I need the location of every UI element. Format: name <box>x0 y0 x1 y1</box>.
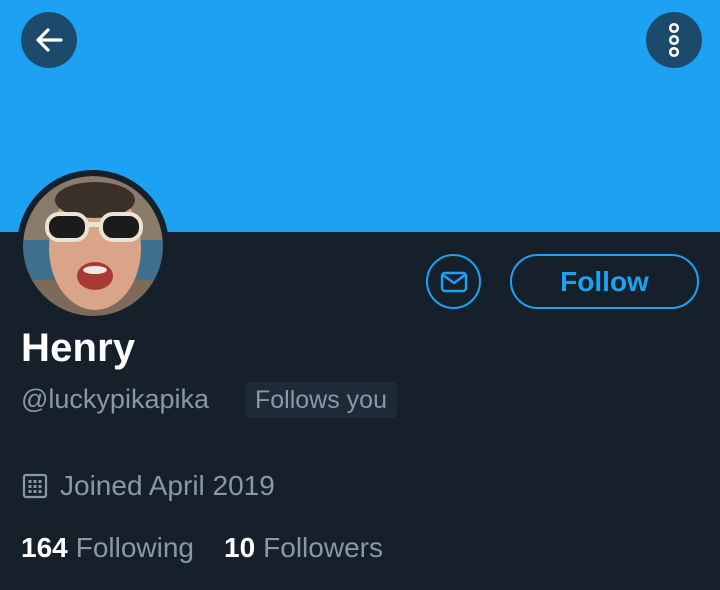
joined-date: Joined April 2019 <box>22 470 275 502</box>
followers-stat[interactable]: 10 Followers <box>224 532 383 564</box>
follows-you-badge: Follows you <box>245 382 397 418</box>
envelope-icon <box>440 271 467 292</box>
back-button[interactable] <box>21 12 77 68</box>
vertical-dots-icon <box>668 22 680 58</box>
profile-name: Henry <box>21 326 136 370</box>
followers-count: 10 <box>224 532 256 563</box>
followers-label: Followers <box>263 532 383 563</box>
profile-handle: @luckypikapika <box>21 384 209 414</box>
follow-button[interactable]: Follow <box>510 254 699 309</box>
more-options-button[interactable] <box>646 12 702 68</box>
calendar-icon <box>22 473 48 499</box>
following-count: 164 <box>21 532 68 563</box>
arrow-left-icon <box>36 28 63 52</box>
message-button[interactable] <box>426 254 481 309</box>
following-label: Following <box>75 532 194 563</box>
following-stat[interactable]: 164 Following <box>21 532 194 564</box>
avatar[interactable] <box>17 170 169 322</box>
follow-stats: 164 Following 10 Followers <box>21 532 413 564</box>
joined-label: Joined April 2019 <box>60 470 275 501</box>
